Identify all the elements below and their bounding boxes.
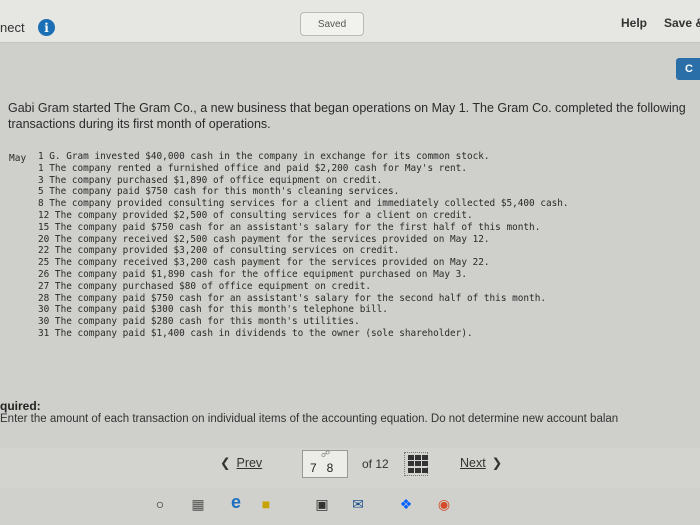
transaction-item: 1 The company rented a furnished office … [38,162,467,174]
taskbar: ○ ▦ e ■ ▣ ✉ ❖ ◉ [0,488,700,525]
task-view-icon[interactable]: ▦ [190,496,206,512]
dropbox-icon[interactable]: ❖ [398,496,414,512]
problem-intro: Gabi Gram started The Gram Co., a new bu… [8,101,686,131]
transaction-item: 31 The company paid $1,400 cash in divid… [38,327,473,339]
transaction-item: 27 The company purchased $80 of office e… [38,280,372,292]
transaction-item: 8 The company provided consulting servic… [38,198,569,210]
transaction-item: 20 The company received $2,500 cash paym… [38,233,490,245]
transaction-month-label: May [9,153,27,164]
grid-icon[interactable] [404,452,428,476]
file-explorer-icon[interactable]: ■ [258,496,274,512]
check-my-work-button[interactable]: C [676,58,700,80]
top-bar: nect i Saved Help Save & [0,0,700,43]
search-circle-icon[interactable]: ○ [152,496,168,512]
current-pages: 7 8 [310,461,334,475]
transaction-item: 22 The company provided $3,200 of consul… [38,245,400,257]
edge-browser-icon[interactable]: e [228,493,244,511]
prev-label: Prev [236,456,263,470]
save-exit-button[interactable]: Save & [664,16,700,30]
prev-button[interactable]: ❮ Prev [220,455,262,470]
requirement-text: Enter the amount of each transaction on … [0,413,619,425]
transaction-item: 26 The company paid $1,890 cash for the … [38,268,467,280]
transaction-item: 12 The company provided $2,500 of consul… [38,209,473,221]
chrome-icon[interactable]: ◉ [436,496,452,512]
link-icon: ☍ [321,449,331,459]
chevron-right-icon: ❯ [491,456,503,470]
transaction-item: 15 The company paid $750 cash for an ass… [38,221,541,233]
connect-label: nect [0,20,25,35]
help-button[interactable]: Help [621,16,647,30]
mail-icon[interactable]: ✉ [350,496,366,512]
transaction-item: 30 The company paid $300 cash for this m… [38,304,388,316]
page-count: of 12 [362,457,389,471]
transaction-item: 1 G. Gram invested $40,000 cash in the c… [38,151,490,162]
saved-status-badge: Saved [300,12,364,36]
next-label: Next [460,456,486,470]
transaction-item: 30 The company paid $280 cash for this m… [38,316,360,328]
transaction-list: 1 G. Gram invested $40,000 cash in the c… [38,151,569,340]
chevron-left-icon: ❮ [220,456,231,470]
info-icon[interactable]: i [38,19,55,36]
next-button[interactable]: Next ❯ [460,455,502,470]
store-icon[interactable]: ▣ [314,496,330,512]
transaction-item: 5 The company paid $750 cash for this mo… [38,186,400,198]
current-page-indicator[interactable]: ☍ 7 8 [302,449,348,478]
requirement-heading: quired: [0,399,41,413]
transaction-item: 28 The company paid $750 cash for an ass… [38,292,546,304]
transaction-item: 25 The company received $3,200 cash paym… [38,257,490,269]
transaction-item: 3 The company purchased $1,890 of office… [38,174,383,186]
